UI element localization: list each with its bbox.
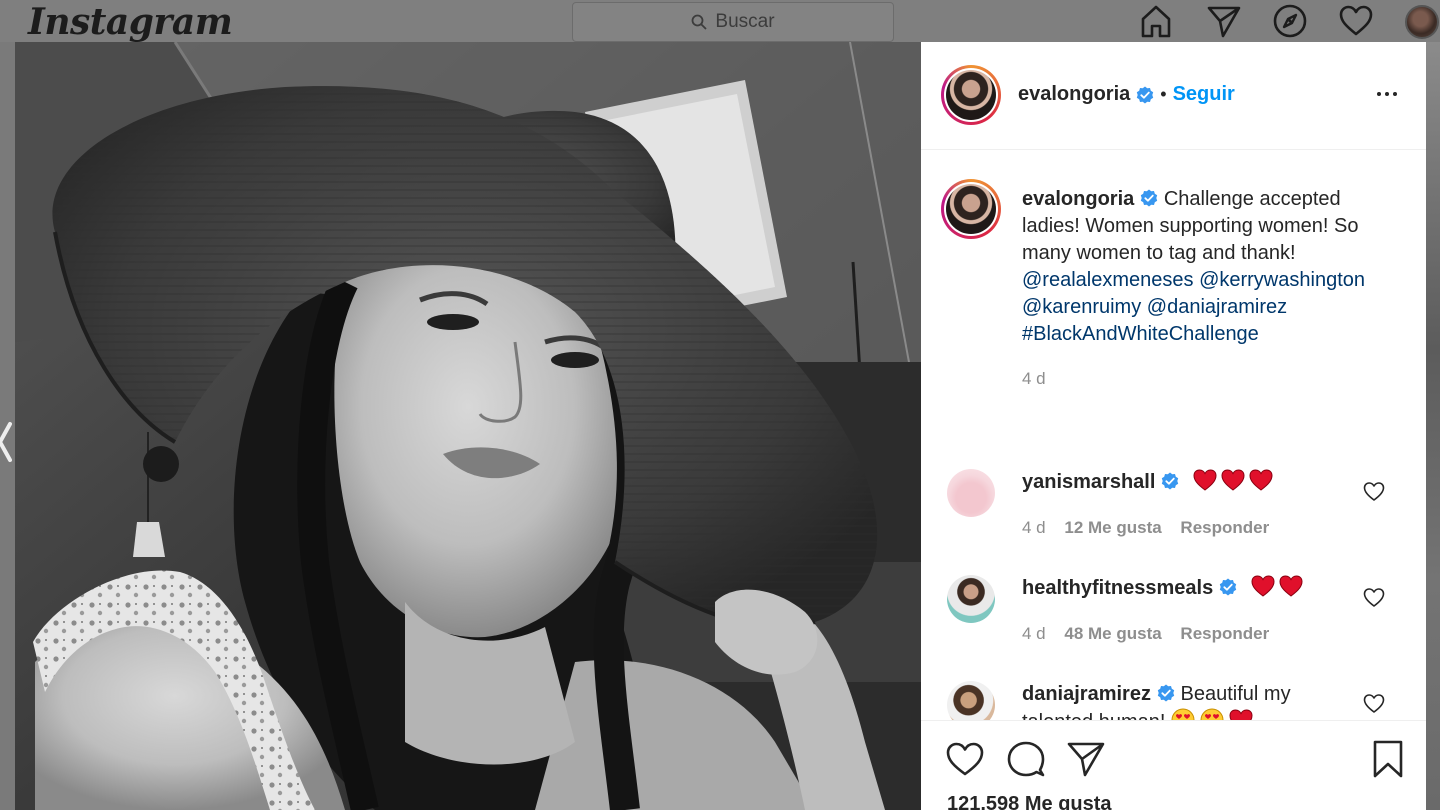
comment-body: daniajramirez Beautiful my talented huma… xyxy=(1022,681,1342,720)
next-post-preview xyxy=(1426,42,1440,810)
verified-badge-icon xyxy=(1157,684,1175,702)
post-likes-count[interactable]: 121,598 Me gusta xyxy=(947,793,1112,810)
save-bookmark-icon[interactable] xyxy=(1368,739,1408,779)
author-username[interactable]: evalongoria xyxy=(1018,83,1130,106)
red-heart-emoji-icon xyxy=(1221,469,1245,491)
reply-button[interactable]: Responder xyxy=(1180,624,1269,643)
post-caption: evalongoria Challenge accepted ladies! W… xyxy=(1022,186,1392,348)
activity-heart-icon[interactable] xyxy=(1338,3,1374,39)
post-side-panel: evalongoria • Seguir evalongoria Challen… xyxy=(921,42,1426,810)
share-direct-icon[interactable] xyxy=(1066,739,1106,779)
comment-likes[interactable]: 48 Me gusta xyxy=(1064,624,1161,643)
mention-link[interactable]: @daniajramirez xyxy=(1147,296,1287,318)
heart-eyes-emoji-icon xyxy=(1171,708,1195,720)
comment-item: healthyfitnessmeals 4 d 48 Me gusta Resp… xyxy=(921,575,1426,675)
red-heart-emoji-icon xyxy=(1249,469,1273,491)
comment-item: daniajramirez Beautiful my talented huma… xyxy=(921,681,1426,720)
post-header: evalongoria • Seguir xyxy=(921,42,1426,150)
commenter-avatar[interactable] xyxy=(947,469,995,517)
author-avatar[interactable] xyxy=(941,65,1001,125)
comment-time[interactable]: 4 d xyxy=(1022,624,1046,643)
mention-link[interactable]: @karenruimy xyxy=(1022,296,1141,318)
direct-icon[interactable] xyxy=(1206,3,1242,39)
heart-eyes-emoji-icon xyxy=(1200,708,1224,720)
commenter-username[interactable]: daniajramirez xyxy=(1022,683,1151,705)
caption-author-avatar[interactable] xyxy=(941,179,1001,239)
mention-link[interactable]: @realalexmeneses xyxy=(1022,269,1194,291)
commenter-avatar[interactable] xyxy=(947,681,995,720)
previous-post-arrow[interactable] xyxy=(0,420,12,464)
search-placeholder: Buscar xyxy=(715,11,775,32)
comment-body: yanismarshall xyxy=(1022,469,1342,496)
verified-badge-icon xyxy=(1141,189,1158,207)
red-heart-emoji-icon xyxy=(1229,709,1253,720)
comment-like-heart-icon[interactable] xyxy=(1363,693,1385,715)
profile-avatar[interactable] xyxy=(1405,5,1439,39)
verified-badge-icon xyxy=(1220,578,1237,596)
search-icon xyxy=(692,14,708,30)
reply-button[interactable]: Responder xyxy=(1180,518,1269,537)
red-heart-emoji-icon xyxy=(1251,575,1275,597)
comments-list: evalongoria Challenge accepted ladies! W… xyxy=(921,151,1426,720)
home-icon[interactable] xyxy=(1138,3,1174,39)
commenter-avatar[interactable] xyxy=(947,575,995,623)
red-heart-emoji-icon xyxy=(1193,469,1217,491)
follow-button[interactable]: Seguir xyxy=(1173,83,1235,106)
commenter-username[interactable]: healthyfitnessmeals xyxy=(1022,577,1213,599)
hashtag-link[interactable]: #BlackAndWhiteChallenge xyxy=(1022,323,1259,345)
separator-dot: • xyxy=(1160,84,1167,104)
comment-like-heart-icon[interactable] xyxy=(1363,481,1385,503)
more-options-icon[interactable] xyxy=(1369,82,1405,106)
comment-time[interactable]: 4 d xyxy=(1022,518,1046,537)
instagram-logo[interactable]: Instagram xyxy=(28,1,233,43)
mention-link[interactable]: @kerrywashington xyxy=(1199,269,1365,291)
comment-body: healthyfitnessmeals xyxy=(1022,575,1342,602)
explore-icon[interactable] xyxy=(1272,3,1308,39)
comment-meta: 4 d 48 Me gusta Responder xyxy=(1022,624,1283,644)
comment-bubble-icon[interactable] xyxy=(1006,739,1046,779)
comment-meta: 4 d 12 Me gusta Responder xyxy=(1022,518,1283,538)
verified-badge-icon xyxy=(1137,86,1154,103)
post-actions: 121,598 Me gusta xyxy=(921,720,1426,810)
red-heart-emoji-icon xyxy=(1279,575,1303,597)
verified-badge-icon xyxy=(1162,472,1179,490)
commenter-username[interactable]: yanismarshall xyxy=(1022,471,1155,493)
comment-likes[interactable]: 12 Me gusta xyxy=(1064,518,1161,537)
caption-time[interactable]: 4 d xyxy=(1022,369,1046,389)
caption-username[interactable]: evalongoria xyxy=(1022,188,1134,210)
post-photo[interactable] xyxy=(15,42,921,810)
comment-item: yanismarshall 4 d 12 Me gusta Responder xyxy=(921,469,1426,569)
top-nav: Instagram Buscar xyxy=(0,0,1440,43)
author-line: evalongoria • Seguir xyxy=(1018,83,1235,106)
comment-like-heart-icon[interactable] xyxy=(1363,587,1385,609)
search-box[interactable]: Buscar xyxy=(572,2,894,42)
like-heart-icon[interactable] xyxy=(945,739,985,779)
